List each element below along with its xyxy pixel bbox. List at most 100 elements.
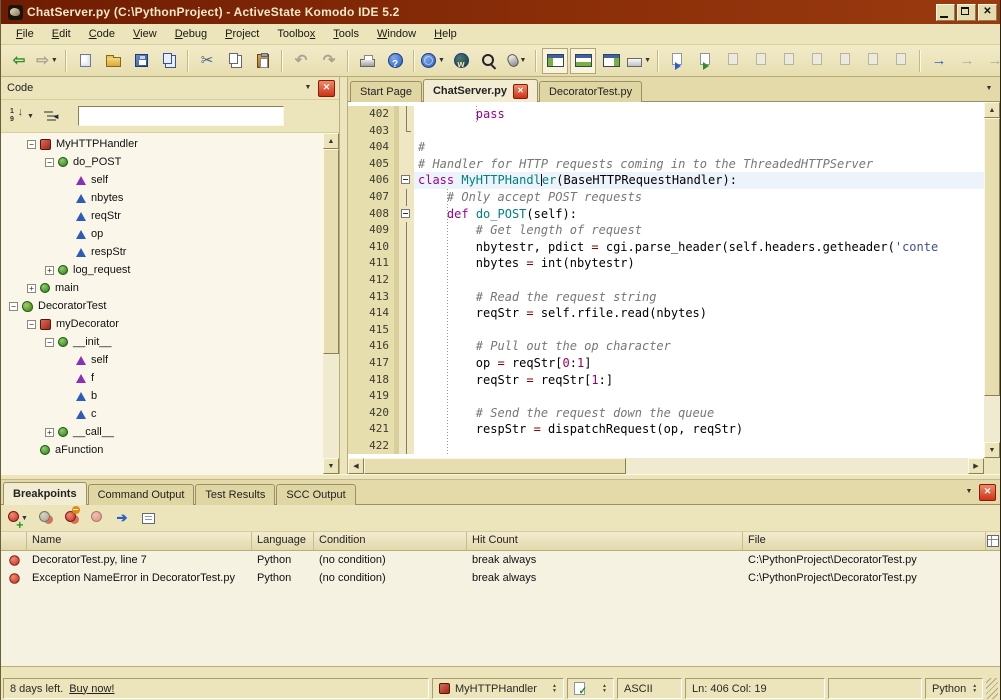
language[interactable]: Python▲▼	[925, 678, 983, 699]
scc-status-button[interactable]	[860, 48, 886, 74]
menu-view[interactable]: View	[124, 26, 166, 42]
breakpoint-properties-button[interactable]	[137, 508, 159, 528]
menu-file[interactable]: File	[7, 26, 43, 42]
code-line-420[interactable]: 420 # Send the request down the queue	[348, 405, 984, 422]
scc-revert-button[interactable]	[776, 48, 802, 74]
tab-scc-output[interactable]: SCC Output	[276, 484, 355, 505]
step-out-button[interactable]: →	[982, 48, 1001, 74]
tree-item-mydecorator[interactable]: −myDecorator	[1, 315, 323, 333]
status-blank[interactable]	[828, 678, 922, 699]
tab-breakpoints[interactable]: Breakpoints	[3, 482, 87, 505]
tree-item-nbytes[interactable]: nbytes	[1, 189, 323, 207]
editor-hscrollbar[interactable]: ◀▶	[348, 458, 984, 474]
tree-item-afunction[interactable]: aFunction	[1, 441, 323, 459]
fold-toggle-icon[interactable]	[399, 206, 414, 223]
menu-window[interactable]: Window	[368, 26, 425, 42]
symbol-filter-input[interactable]	[78, 106, 284, 126]
code-line-419[interactable]: 419	[348, 388, 984, 405]
sort-button[interactable]: 19▼	[8, 103, 35, 129]
code-line-418[interactable]: 418 reqStr = reqStr[1:]	[348, 372, 984, 389]
tree-item-f[interactable]: f	[1, 369, 323, 387]
code-line-421[interactable]: 421 respStr = dispatchRequest(op, reqStr…	[348, 421, 984, 438]
redo-button[interactable]: ↷	[316, 48, 342, 74]
dropdown-arrow-icon[interactable]: ▼	[520, 57, 527, 64]
code-line-422[interactable]: 422	[348, 438, 984, 455]
column-header-condition[interactable]: Condition	[314, 532, 467, 550]
code-line-404[interactable]: 404#	[348, 139, 984, 156]
column-header-name[interactable]: Name	[27, 532, 252, 550]
minimize-button[interactable]	[936, 4, 955, 21]
code-line-410[interactable]: 410 nbytestr, pdict = cgi.parse_header(s…	[348, 239, 984, 256]
web-services-button[interactable]	[448, 48, 474, 74]
column-header-icon[interactable]	[1, 532, 27, 550]
tree-item-myhttphandler[interactable]: −MyHTTPHandler	[1, 135, 323, 153]
scroll-thumb[interactable]	[364, 458, 626, 474]
code-line-411[interactable]: 411 nbytes = int(nbytestr)	[348, 255, 984, 272]
column-header-language[interactable]: Language	[252, 532, 314, 550]
scroll-right-button[interactable]: ▶	[968, 458, 984, 474]
dropdown-arrow-icon[interactable]: ▼	[644, 57, 651, 64]
tree-scrollbar[interactable]: ▲▼	[323, 133, 339, 474]
scc-diff-button[interactable]	[804, 48, 830, 74]
find-button[interactable]	[476, 48, 502, 74]
tab-list-dropdown[interactable]: ▼	[962, 485, 976, 499]
code-line-416[interactable]: 416 # Pull out the op character	[348, 338, 984, 355]
scc-update-button[interactable]	[692, 48, 718, 74]
encoding[interactable]: ASCII	[617, 678, 682, 699]
copy-button[interactable]	[222, 48, 248, 74]
tree-item-self[interactable]: self	[1, 171, 323, 189]
tree-item-main[interactable]: +main	[1, 279, 323, 297]
collapse-toggle[interactable]: −	[45, 338, 54, 347]
menu-tools[interactable]: Tools	[324, 26, 368, 42]
help-button[interactable]	[382, 48, 408, 74]
editor[interactable]: 402 pass403404#405# Handler for HTTP req…	[348, 102, 1000, 474]
cut-button[interactable]: ✂	[194, 48, 220, 74]
collapse-toggle[interactable]: −	[27, 140, 36, 149]
tree-item-self[interactable]: self	[1, 351, 323, 369]
column-header-file[interactable]: File	[743, 532, 986, 550]
close-button[interactable]	[978, 4, 997, 21]
code-line-409[interactable]: 409 # Get length of request	[348, 222, 984, 239]
scroll-down-button[interactable]: ▼	[984, 442, 1000, 458]
tree-item-op[interactable]: op	[1, 225, 323, 243]
scroll-up-button[interactable]: ▲	[984, 102, 1000, 118]
step-over-button[interactable]: →	[954, 48, 980, 74]
expand-toggle[interactable]: +	[45, 266, 54, 275]
panel-close-button[interactable]: ✕	[318, 80, 335, 97]
expand-toggle[interactable]: +	[27, 284, 36, 293]
forward-button[interactable]: ⇨▼	[34, 48, 60, 74]
spinner-icon[interactable]: ▲▼	[966, 684, 977, 693]
dropdown-arrow-icon[interactable]: ▼	[51, 57, 58, 64]
expand-toggle[interactable]: +	[45, 428, 54, 437]
vertical-splitter[interactable]	[340, 77, 348, 474]
code-line-417[interactable]: 417 op = reqStr[0:1]	[348, 355, 984, 372]
scc-add-button[interactable]	[720, 48, 746, 74]
tree-item-reqstr[interactable]: reqStr	[1, 207, 323, 225]
scroll-thumb[interactable]	[984, 118, 1000, 396]
tab-test-results[interactable]: Test Results	[195, 484, 275, 505]
tree-item-call[interactable]: +__call__	[1, 423, 323, 441]
code-line-413[interactable]: 413 # Read the request string	[348, 289, 984, 306]
scroll-up-button[interactable]: ▲	[323, 133, 339, 149]
tree-item-init[interactable]: −__init__	[1, 333, 323, 351]
tab-chatserver-py[interactable]: ChatServer.py✕	[423, 79, 538, 102]
column-picker-button[interactable]	[986, 532, 1000, 550]
dropdown-arrow-icon[interactable]: ▼	[27, 113, 34, 120]
scroll-down-button[interactable]: ▼	[323, 458, 339, 474]
syntax-check[interactable]: ▲▼	[567, 678, 614, 699]
add-breakpoint-button[interactable]: +▼	[7, 508, 29, 528]
locate-button[interactable]	[37, 103, 63, 129]
collapse-toggle[interactable]: −	[45, 158, 54, 167]
delete-all-breakpoints-button[interactable]	[85, 508, 107, 528]
step-into-button[interactable]: →	[926, 48, 952, 74]
toggle-right-pane-button[interactable]	[598, 48, 624, 74]
tree-item-logrequest[interactable]: +log_request	[1, 261, 323, 279]
collapse-toggle[interactable]: −	[27, 320, 36, 329]
tree-item-b[interactable]: b	[1, 387, 323, 405]
column-header-hit-count[interactable]: Hit Count	[467, 532, 743, 550]
menu-help[interactable]: Help	[425, 26, 466, 42]
fold-toggle-icon[interactable]	[399, 172, 414, 189]
tree-item-respstr[interactable]: respStr	[1, 243, 323, 261]
current-scope[interactable]: MyHTTPHandler▲▼	[432, 678, 564, 699]
tab-start-page[interactable]: Start Page	[350, 81, 422, 102]
